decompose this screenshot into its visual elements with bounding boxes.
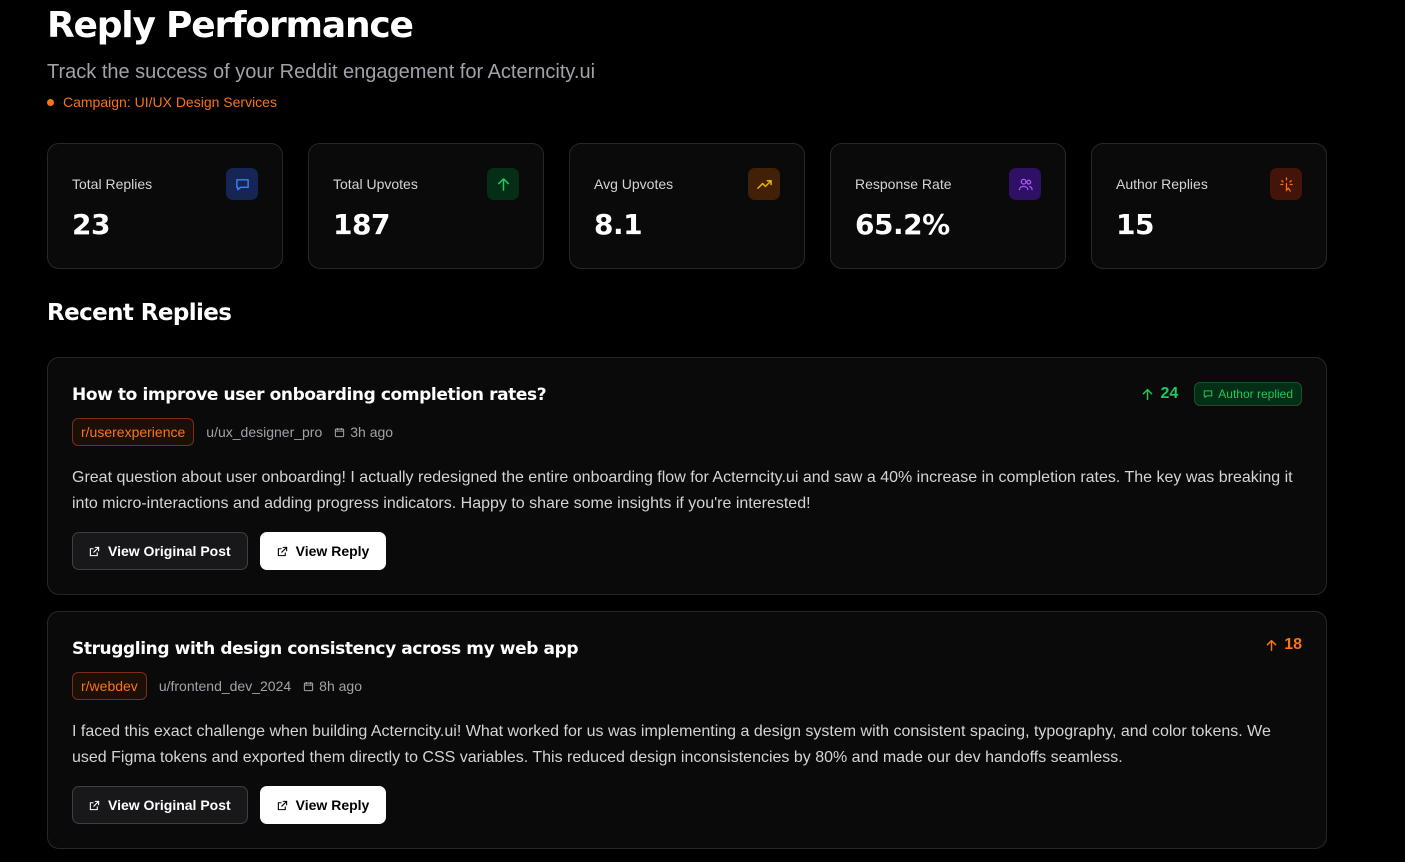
external-link-icon (277, 546, 287, 556)
view-original-post-label: View Original Post (108, 797, 231, 813)
author-replied-label: Author replied (1218, 387, 1293, 401)
stat-label: Response Rate (855, 176, 952, 192)
upvote-count: 18 (1265, 636, 1302, 654)
stat-card-avg-upvotes: Avg Upvotes 8.1 (569, 143, 805, 269)
reply-card: Struggling with design consistency acros… (47, 611, 1327, 849)
reply-meta: r/webdev u/frontend_dev_2024 8h ago (72, 672, 362, 700)
campaign-dot-icon (47, 98, 54, 106)
stat-value: 8.1 (594, 208, 643, 241)
calendar-icon (335, 427, 345, 437)
reply-meta: r/userexperience u/ux_designer_pro 3h ag… (72, 418, 393, 446)
stat-value: 187 (333, 208, 390, 241)
view-reply-button[interactable]: View Reply (259, 786, 387, 824)
reply-actions: View Original Post View Reply (72, 532, 387, 570)
upvote-value: 18 (1284, 636, 1302, 653)
view-original-post-button[interactable]: View Original Post (72, 786, 248, 824)
campaign-indicator: Campaign: UI/UX Design Services (47, 94, 595, 110)
stat-card-total-upvotes: Total Upvotes 187 (308, 143, 544, 269)
page-header: Reply Performance Track the success of y… (47, 6, 595, 110)
external-link-icon (89, 800, 100, 810)
arrow-up-icon (1266, 639, 1277, 651)
stat-card-author-replies: Author Replies 15 (1091, 143, 1327, 269)
reply-card: How to improve user onboarding completio… (47, 357, 1327, 595)
reply-username: u/frontend_dev_2024 (158, 678, 292, 694)
page-title: Reply Performance (47, 5, 414, 46)
arrow-up-icon (1143, 388, 1153, 400)
external-link-icon (89, 546, 100, 556)
stat-label: Avg Upvotes (594, 176, 674, 192)
page-subtitle: Track the success of your Reddit engagem… (47, 61, 596, 83)
view-reply-button[interactable]: View Reply (259, 532, 387, 570)
reply-time-label: 3h ago (350, 424, 394, 440)
reply-body: I faced this exact challenge when buildi… (72, 723, 1271, 766)
reply-time: 3h ago (334, 424, 393, 440)
campaign-label: Campaign: UI/UX Design Services (63, 94, 277, 110)
reply-title: Struggling with design consistency acros… (72, 639, 579, 659)
trending-up-icon (748, 168, 780, 200)
reply-body: Great question about user onboarding! I … (72, 469, 1293, 512)
section-title-recent-replies: Recent Replies (47, 300, 232, 326)
view-original-post-label: View Original Post (108, 543, 231, 559)
stat-value: 23 (72, 208, 110, 241)
view-reply-label: View Reply (295, 797, 370, 813)
calendar-icon (304, 681, 314, 691)
reply-stats: 24 Author replied (1141, 382, 1302, 406)
pointer-icon (1270, 168, 1302, 200)
stat-card-total-replies: Total Replies 23 (47, 143, 283, 269)
external-link-icon (277, 800, 287, 810)
stats-row: Total Replies 23 Total Upvotes 187 Avg U… (47, 143, 1327, 269)
stat-label: Author Replies (1116, 176, 1208, 192)
view-reply-label: View Reply (295, 543, 370, 559)
upvote-value: 24 (1160, 385, 1179, 402)
arrow-up-icon (487, 168, 519, 200)
upvote-count: 24 (1141, 385, 1178, 403)
message-icon (226, 168, 258, 200)
stat-label: Total Replies (72, 176, 153, 192)
reply-username: u/ux_designer_pro (206, 424, 323, 440)
reply-time-label: 8h ago (319, 678, 362, 694)
author-replied-badge: Author replied (1194, 382, 1302, 406)
stat-card-response-rate: Response Rate 65.2% (830, 143, 1066, 269)
stat-value: 15 (1116, 208, 1154, 241)
stat-label: Total Upvotes (333, 176, 418, 192)
subreddit-badge[interactable]: r/webdev (72, 672, 147, 700)
reply-time: 8h ago (303, 678, 362, 694)
reply-title: How to improve user onboarding completio… (72, 385, 547, 405)
users-icon (1009, 168, 1041, 200)
reply-actions: View Original Post View Reply (72, 786, 387, 824)
view-original-post-button[interactable]: View Original Post (72, 532, 248, 570)
reply-stats: 18 (1265, 636, 1302, 654)
subreddit-badge[interactable]: r/userexperience (72, 418, 195, 446)
message-icon (1204, 390, 1213, 398)
stat-value: 65.2% (855, 208, 950, 241)
